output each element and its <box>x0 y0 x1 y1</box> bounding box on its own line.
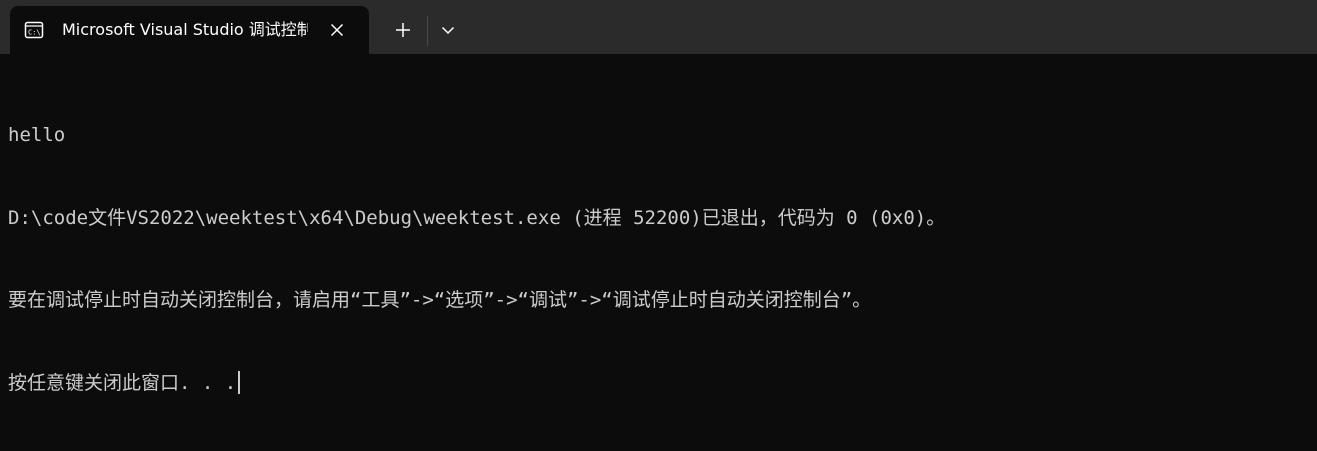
console-line-prompt: 按任意键关闭此窗口. . . <box>8 370 1317 398</box>
tab-separator <box>427 16 428 46</box>
new-tab-button[interactable] <box>389 16 417 44</box>
console-icon: C:\ <box>24 21 44 39</box>
tab-title: Microsoft Visual Studio 调试控制台 <box>62 20 308 39</box>
title-bar: C:\ Microsoft Visual Studio 调试控制台 <box>0 0 1317 54</box>
console-line: D:\code文件VS2022\weektest\x64\Debug\weekt… <box>8 206 946 229</box>
text-cursor <box>238 370 241 394</box>
svg-text:C:\: C:\ <box>28 29 41 37</box>
close-icon <box>330 23 344 37</box>
console-line: 要在调试停止时自动关闭控制台，请启用“工具”->“选项”->“调试”->“调试停… <box>8 289 872 311</box>
console-output[interactable]: hello D:\code文件VS2022\weektest\x64\Debug… <box>0 54 1317 451</box>
chevron-down-icon <box>441 26 455 35</box>
tab-close-button[interactable] <box>325 18 349 42</box>
tab-dropdown-button[interactable] <box>436 16 460 44</box>
console-line-text: 按任意键关闭此窗口. . . <box>8 371 237 394</box>
plus-icon <box>396 23 410 37</box>
tab-debug-console[interactable]: C:\ Microsoft Visual Studio 调试控制台 <box>10 6 369 54</box>
terminal-window: C:\ Microsoft Visual Studio 调试控制台 hello … <box>0 0 1317 451</box>
console-line: hello <box>8 124 66 146</box>
